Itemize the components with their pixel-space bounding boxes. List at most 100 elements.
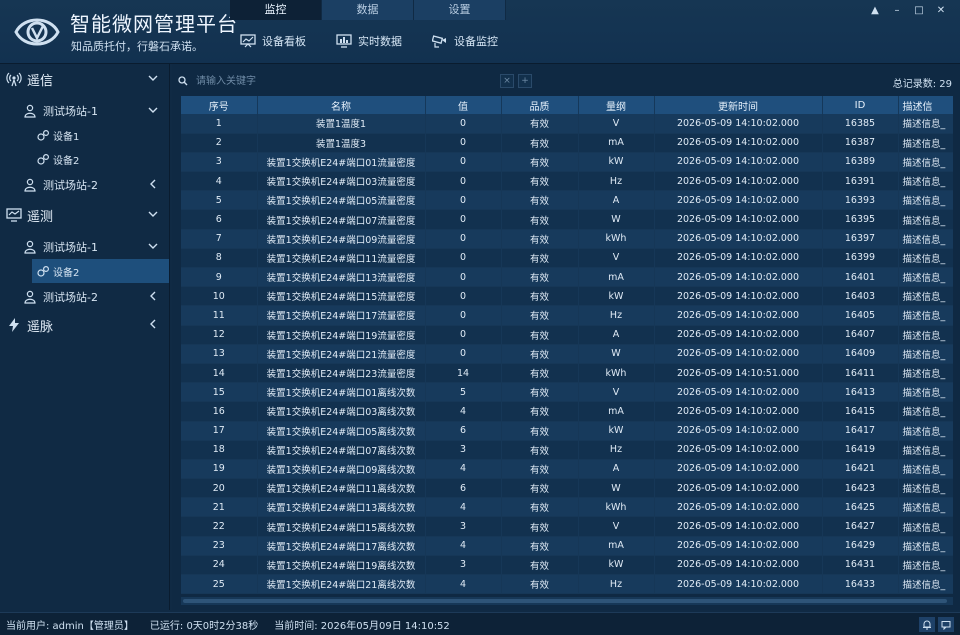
table-cell: 16417 <box>822 421 899 441</box>
table-row[interactable]: 17 装置1交换机E24#端口05离线次数 6 有效 kW 2026-05-09 14:1… <box>181 421 953 441</box>
table-cell: kWh <box>578 497 655 518</box>
table-cell: 4 <box>425 574 502 595</box>
table-cell: 描述信息_ <box>898 190 953 211</box>
table-row[interactable]: 24 装置1交换机E24#端口19离线次数 3 有效 kW 2026-05-09 14:1… <box>181 555 953 576</box>
table-row[interactable]: 6 装置1交换机E24#端口07流量密度 0 有效 W 2026-05-09 14:10:… <box>181 209 953 230</box>
table-row[interactable]: 12 装置1交换机E24#端口19流量密度 0 有效 A 2026-05-09 14:10… <box>181 325 953 345</box>
table-row[interactable]: 20 装置1交换机E24#端口11离线次数 6 有效 W 2026-05-09 14:10… <box>181 478 953 499</box>
table-cell: 有效 <box>501 133 579 153</box>
table-row[interactable]: 1 装置1温度1 0 有效 V 2026-05-09 14:10:02.000 16385 描… <box>181 114 953 134</box>
table-row[interactable]: 13 装置1交换机E24#端口21流量密度 0 有效 W 2026-05-09 14:10… <box>181 344 953 364</box>
column-header[interactable]: 序号 <box>181 96 258 114</box>
maximize-icon[interactable]: □ <box>908 4 930 18</box>
table-row[interactable]: 18 装置1交换机E24#端口07离线次数 3 有效 Hz 2026-05-09 14:1… <box>181 440 953 460</box>
table-cell: 0 <box>425 171 502 192</box>
station-icon <box>22 239 38 255</box>
sidebar-item-telecomm-device2[interactable]: 设备2 <box>0 147 169 171</box>
table-row[interactable]: 14 装置1交换机E24#端口23流量密度 14 有效 kWh 2026-05-09 14… <box>181 363 953 384</box>
table-header-row: 序号 名称值品质 量纲 更新时间 ID 描述信 <box>181 96 953 114</box>
column-header[interactable]: 值 <box>425 96 502 114</box>
sidebar-item-telemetry[interactable]: 遥测 <box>0 203 169 227</box>
column-header[interactable]: ID <box>822 96 899 114</box>
table-cell: 装置1温度3 <box>257 133 426 153</box>
table-cell: 21 <box>181 497 258 518</box>
table-row[interactable]: 3 装置1交换机E24#端口01流量密度 0 有效 kW 2026-05-09 14:10… <box>181 152 953 173</box>
device-board-button[interactable]: 设备看板 <box>240 30 306 52</box>
tab-data[interactable]: 数据 <box>322 0 414 20</box>
sidebar-item-label: 测试场站-1 <box>43 241 98 254</box>
table-cell: Hz <box>578 305 655 326</box>
close-icon[interactable]: ✕ <box>930 4 952 18</box>
sidebar-item-telemetry-station2[interactable]: 测试场站-2 <box>0 285 169 309</box>
table-cell: 0 <box>425 286 502 307</box>
table-row[interactable]: 9 装置1交换机E24#端口13流量密度 0 有效 mA 2026-05-09 14:10… <box>181 267 953 288</box>
monitor-chart-icon <box>336 34 352 48</box>
sidebar-item-telecomm-device1[interactable]: 设备1 <box>0 123 169 147</box>
sidebar-item-telepulse[interactable]: 遥脉 <box>0 313 169 337</box>
realtime-data-label: 实时数据 <box>358 35 402 48</box>
horizontal-scrollbar[interactable] <box>181 597 953 605</box>
table-cell: 装置1交换机E24#端口15离线次数 <box>257 516 426 537</box>
sidebar-item-telemetry-station1[interactable]: 测试场站-1 <box>0 235 169 259</box>
table-cell: 有效 <box>501 267 579 288</box>
table-cell: 装置1交换机E24#端口19流量密度 <box>257 325 426 345</box>
table-row[interactable]: 7 装置1交换机E24#端口09流量密度 0 有效 kWh 2026-05-09 14:1… <box>181 229 953 249</box>
table-cell: 有效 <box>501 478 579 499</box>
sidebar-item-telecomm[interactable]: 遥信 <box>0 67 169 91</box>
add-filter-button[interactable]: + <box>518 74 532 88</box>
sidebar-item-label: 设备2 <box>53 155 80 167</box>
table-cell: 5 <box>425 382 502 403</box>
table-cell: 有效 <box>501 229 579 249</box>
column-header[interactable]: 描述信 <box>898 96 953 114</box>
column-header[interactable]: 品质 <box>501 96 579 114</box>
table-row[interactable]: 21 装置1交换机E24#端口13离线次数 4 有效 kWh 2026-05-09 14:… <box>181 497 953 518</box>
table-row[interactable]: 25 装置1交换机E24#端口21离线次数 4 有效 Hz 2026-05-09 14:1… <box>181 574 953 595</box>
table-cell: 描述信息_ <box>898 305 953 326</box>
table-row[interactable]: 23 装置1交换机E24#端口17离线次数 4 有效 mA 2026-05-09 14:1… <box>181 536 953 556</box>
table-cell: 描述信息_ <box>898 209 953 230</box>
table-cell: 16405 <box>822 305 899 326</box>
message-icon[interactable] <box>938 617 954 632</box>
table-cell: 装置1交换机E24#端口01流量密度 <box>257 152 426 173</box>
table-row[interactable]: 2 装置1温度3 0 有效 mA 2026-05-09 14:10:02.000 16387… <box>181 133 953 153</box>
table-cell: 有效 <box>501 516 579 537</box>
sidebar-item-telecomm-station2[interactable]: 测试场站-2 <box>0 173 169 197</box>
scrollbar-thumb[interactable] <box>183 599 947 603</box>
table-row[interactable]: 5 装置1交换机E24#端口05流量密度 0 有效 A 2026-05-09 14:10:… <box>181 190 953 211</box>
table-cell: 25 <box>181 574 258 595</box>
table-row[interactable]: 8 装置1交换机E24#端口11流量密度 0 有效 V 2026-05-09 14:10:… <box>181 248 953 269</box>
tab-settings[interactable]: 设置 <box>414 0 506 20</box>
table-cell: 装置1交换机E24#端口21离线次数 <box>257 574 426 595</box>
table-row[interactable]: 22 装置1交换机E24#端口15离线次数 3 有效 V 2026-05-09 14:10… <box>181 516 953 537</box>
table-body: 1 装置1温度1 0 有效 V 2026-05-09 14:10:02.000 16385 描… <box>181 114 953 595</box>
table-cell: 16427 <box>822 516 899 537</box>
device-monitor-button[interactable]: 设备监控 <box>432 30 498 52</box>
minimize-icon[interactable]: – <box>886 4 908 18</box>
collapse-up-icon[interactable]: ▲ <box>864 4 886 18</box>
table-row[interactable]: 4 装置1交换机E24#端口03流量密度 0 有效 Hz 2026-05-09 14:10… <box>181 171 953 192</box>
table-cell: 装置1交换机E24#端口19离线次数 <box>257 555 426 576</box>
clear-button[interactable]: × <box>500 74 514 88</box>
search-input[interactable] <box>196 71 496 91</box>
realtime-data-button[interactable]: 实时数据 <box>336 30 402 52</box>
table-cell: 有效 <box>501 171 579 192</box>
table-cell: V <box>578 516 655 537</box>
table-row[interactable]: 19 装置1交换机E24#端口09离线次数 4 有效 A 2026-05-09 14:10… <box>181 459 953 480</box>
bell-icon[interactable] <box>919 617 935 632</box>
table-cell: 3 <box>425 555 502 576</box>
table-row[interactable]: 15 装置1交换机E24#端口01离线次数 5 有效 V 2026-05-09 14:10… <box>181 382 953 403</box>
table-row[interactable]: 10 装置1交换机E24#端口15流量密度 0 有效 kW 2026-05-09 14:1… <box>181 286 953 307</box>
record-count: 总记录数: 29 <box>892 79 952 90</box>
column-header[interactable]: 更新时间 <box>654 96 823 114</box>
table-cell: 2026-05-09 14:10:02.000 <box>654 325 823 345</box>
sidebar-item-telecomm-station1[interactable]: 测试场站-1 <box>0 99 169 123</box>
table-cell: 16395 <box>822 209 899 230</box>
column-header[interactable]: 名称 <box>257 96 426 114</box>
table-row[interactable]: 11 装置1交换机E24#端口17流量密度 0 有效 Hz 2026-05-09 14:1… <box>181 305 953 326</box>
sidebar-item-telemetry-device2[interactable]: 设备2 <box>32 259 169 283</box>
table-cell: 2026-05-09 14:10:02.000 <box>654 497 823 518</box>
column-header[interactable]: 量纲 <box>578 96 655 114</box>
table-row[interactable]: 16 装置1交换机E24#端口03离线次数 4 有效 mA 2026-05-09 14:1… <box>181 401 953 422</box>
tab-monitor[interactable]: 监控 <box>230 0 322 20</box>
table-cell: 装置1交换机E24#端口13离线次数 <box>257 497 426 518</box>
